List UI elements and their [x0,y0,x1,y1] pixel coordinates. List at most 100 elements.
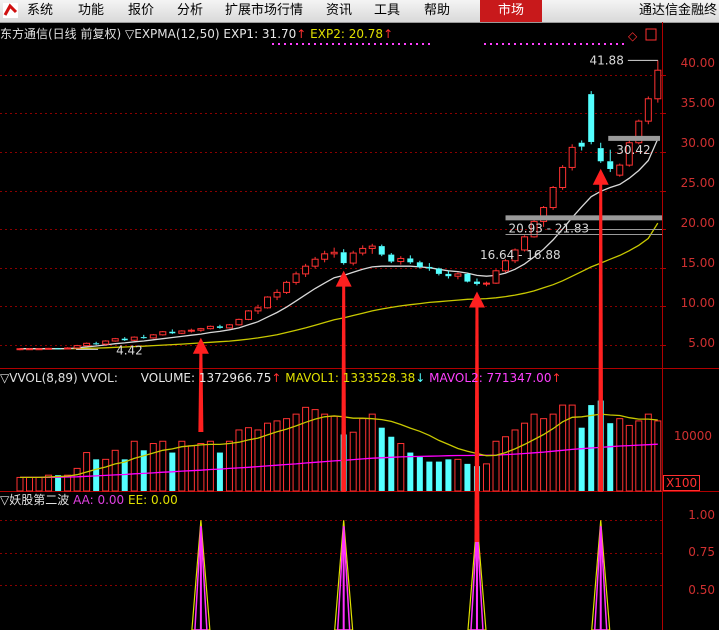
signal-tick-label: 1.00 [688,508,715,522]
candlestick [178,330,186,335]
arrow-shaft [474,305,480,542]
support-range-label: 16.64 - 16.88 [480,248,561,262]
candlestick [454,272,462,280]
volume-bar [321,413,329,492]
candlestick [321,250,329,263]
price-indicator-name[interactable]: ▽EXPMA(12,50) [125,27,220,41]
volume-bar [521,422,529,492]
volume-bar [416,457,423,491]
resistance-bar [608,135,660,141]
volume-bar [264,422,272,492]
candlestick [607,149,614,173]
candlestick [445,270,452,279]
volume-unit-badge: X100 [663,475,701,491]
candle-body [93,343,100,345]
mavol1-value: MAVOL1: 1333528.38 [285,371,416,385]
candlestick [206,325,214,330]
candle-body [607,161,614,169]
volume-bar [178,440,186,492]
volume-bar [540,418,548,492]
candle-body [206,325,214,330]
volume-bar [625,424,633,492]
candle-body [26,348,34,351]
volume-indicator-name[interactable]: ▽VVOL(8,89) [0,371,78,385]
price-tick-label: 35.00 [680,96,715,110]
chart-window: { "menu": { "items": ["系统", "功能", "报价", … [0,0,719,630]
menu-tools[interactable]: 工具 [374,2,400,20]
candlestick [340,249,347,265]
candlestick [359,245,367,256]
volume-bar [445,459,452,491]
chart-canvas[interactable]: 41.88 30.42 20.93 - 21.83 16.64 - 16.88 4.42… [0,22,719,630]
candle-body [502,260,510,272]
menu-function[interactable]: 功能 [78,2,104,20]
volume-bar [349,431,357,492]
candle-body [321,253,329,260]
candle-body [644,98,652,122]
candle-body [568,146,576,168]
menu-system[interactable]: 系统 [27,2,53,20]
volume-bar [511,429,519,492]
volume-bar [397,443,405,492]
volume-bar [73,467,81,492]
candlestick [292,271,300,285]
volume-bar [482,463,490,492]
vvol-label: VVOL: [81,371,118,385]
candle-body [121,338,128,341]
price-tick-label: 20.00 [680,216,715,230]
low-price-label: 4.42 [116,343,143,357]
signal-indicator-name[interactable]: ▽妖股第二波 [0,493,69,507]
candle-body [378,246,385,255]
candle-body [416,262,423,267]
app-brand-title: 通达信金融终 [638,3,717,18]
candle-body [445,273,452,277]
volume-bar [435,461,442,491]
app-logo-icon [3,3,18,18]
volume-bar [244,427,252,492]
menu-help[interactable]: 帮助 [424,2,450,20]
volume-bar [302,406,310,492]
candlestick [73,344,81,349]
volume-value: VOLUME: 1372966.75 [140,371,272,385]
signal-spike [334,520,354,630]
volume-bar [311,409,319,492]
volume-bar [426,461,433,491]
volume-bar [549,413,557,492]
buy-signal-arrow [468,291,485,542]
menu-market[interactable]: 市场 [480,0,542,22]
candle-body [187,329,195,332]
volume-bar [502,436,510,492]
candlestick [169,329,176,335]
candlestick [64,347,72,350]
candlestick [311,256,319,269]
arrow-shaft [198,351,204,432]
menu-info[interactable]: 资讯 [326,2,352,20]
candle-body [597,148,604,162]
candle-body [225,324,233,329]
candle-body [435,268,442,274]
menu-analysis[interactable]: 分析 [177,2,203,20]
volume-bar [607,423,614,491]
support-price-label: 30.42 [616,143,650,157]
volume-bar [111,449,119,492]
candle-body [111,338,119,342]
candle-body [492,270,500,284]
exp1-up-arrow-icon: ↑ [296,27,307,41]
candle-body [83,342,91,347]
candlestick [597,142,604,163]
volume-up-arrow-icon: ↑ [271,371,282,385]
candle-body [264,296,272,309]
candle-body [149,334,157,339]
candlestick [473,278,480,286]
candle-body [35,348,43,351]
volume-bar [454,458,462,492]
aa-value: AA: 0.00 [73,493,125,507]
candlestick [102,340,110,345]
menu-quote[interactable]: 报价 [128,2,154,20]
candle-body [102,340,110,345]
candlestick [349,250,357,266]
volume-bar [149,443,157,492]
candle-body [559,166,567,188]
menu-extended-market[interactable]: 扩展市场行情 [225,2,303,20]
candle-body [654,69,662,100]
